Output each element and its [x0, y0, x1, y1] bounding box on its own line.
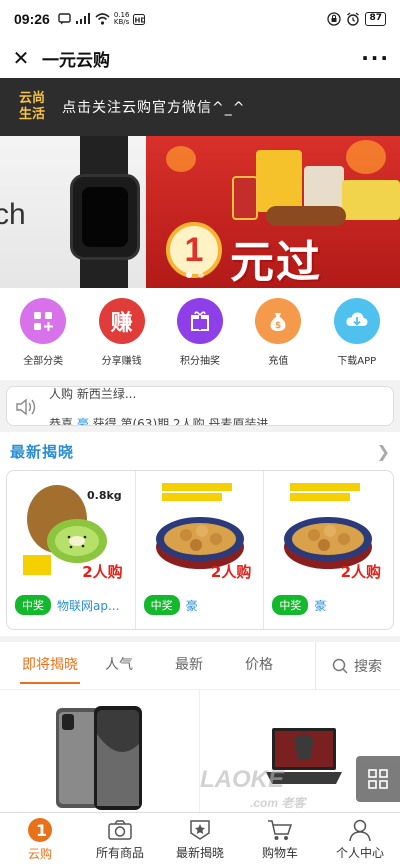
laoke-watermark: LAOKE .com 老客 — [200, 766, 306, 810]
buyer-count: 2人购 — [210, 563, 252, 581]
more-menu-icon[interactable]: ··· — [361, 46, 390, 70]
carousel-dot[interactable] — [198, 272, 204, 278]
notice-line: 恭喜 豪 获得 第(63)期 2人购 丹麦原装进 — [49, 417, 269, 426]
nav-latest-reveal[interactable]: 最新揭晓 — [160, 813, 240, 866]
tab-upcoming[interactable]: 即将揭晓 — [16, 642, 84, 690]
bottom-navigation: 1 云购 所有商品 最新揭晓 购物车 个人中心 — [0, 812, 400, 866]
svg-text:HD: HD — [135, 16, 146, 24]
buyer-count: 2人购 — [82, 563, 123, 581]
yungou-logo-icon: 1 — [28, 818, 52, 842]
chips-bag-image — [256, 150, 302, 212]
search-label: 搜索 — [354, 658, 382, 675]
carousel-dots — [186, 272, 204, 278]
money-bag-icon: $ — [270, 313, 286, 331]
grid-plus-icon — [34, 312, 54, 331]
nav-cart[interactable]: 购物车 — [240, 813, 320, 866]
product-card[interactable] — [0, 690, 200, 812]
latest-reveal-list: 0.8kg 2人购 中奖 物联网ap... 2人购 中奖 豪 2人购 中奖 豪 — [6, 470, 394, 630]
follow-wechat-banner[interactable]: 云尚 生活 点击关注云购官方微信^_^ — [0, 78, 400, 136]
nav-all-products[interactable]: 所有商品 — [80, 813, 160, 866]
carousel-slide-watch[interactable]: ch — [0, 136, 146, 288]
follow-banner-text: 点击关注云购官方微信^_^ — [62, 100, 246, 116]
win-badge: 中奖 — [272, 595, 309, 615]
carousel-slide-promo[interactable]: 1 元过 — [146, 136, 400, 288]
reveal-card[interactable]: 2人购 中奖 豪 — [136, 471, 265, 629]
category-points-draw[interactable]: 积分抽奖 — [165, 298, 235, 380]
user-icon — [349, 819, 371, 842]
message-icon — [58, 13, 71, 25]
win-badge: 中奖 — [15, 595, 51, 615]
buyer-count: 2人购 — [340, 563, 382, 581]
grid-icon — [368, 769, 388, 789]
zhuan-icon: 赚 — [110, 311, 133, 336]
speaker-icon — [16, 398, 36, 416]
reveal-card[interactable]: 2人购 中奖 豪 — [264, 471, 393, 629]
iphone-product-image — [56, 706, 142, 810]
camera-icon — [108, 820, 132, 840]
chestnuts-image — [266, 206, 346, 226]
promo-slide-text: 元过 — [230, 237, 322, 288]
winner-notice-ticker[interactable]: 人购 新西兰绿... 恭喜 豪 获得 第(63)期 2人购 丹麦原装进 — [6, 386, 394, 426]
star-badge-icon — [190, 820, 210, 840]
watch-slide-text: ch — [0, 198, 26, 231]
nav-yungou[interactable]: 1 云购 — [0, 813, 80, 866]
cart-icon — [268, 820, 293, 840]
wifi-icon — [95, 13, 110, 25]
notice-line: 人购 新西兰绿... — [49, 387, 137, 401]
alarm-icon — [347, 12, 360, 26]
tab-newest[interactable]: 最新 — [154, 642, 224, 690]
chevron-right-icon[interactable]: ❯ — [377, 442, 390, 461]
grid-view-button[interactable] — [356, 756, 400, 802]
winner-name[interactable]: 豪 — [186, 597, 198, 614]
win-badge: 中奖 — [143, 595, 180, 615]
signal-icon — [75, 13, 90, 24]
product-sort-tabs: 即将揭晓 人气 最新 价格 搜索 — [0, 641, 400, 690]
status-bar: 09:26 0.16 KB/s HD 87 — [0, 0, 400, 38]
category-shortcuts: 全部分类 赚 分享赚钱 积分抽奖 $ 充值 下载APP — [0, 288, 400, 380]
lock-rotation-icon — [327, 12, 342, 26]
reveal-card[interactable]: 0.8kg 2人购 中奖 物联网ap... — [7, 471, 136, 629]
category-all[interactable]: 全部分类 — [8, 298, 78, 380]
winner-name[interactable]: 物联网ap... — [57, 597, 119, 614]
nav-profile[interactable]: 个人中心 — [320, 813, 400, 866]
category-download-app[interactable]: 下载APP — [322, 298, 392, 380]
promo-digit: 1 — [166, 222, 222, 278]
svg-text:1: 1 — [36, 821, 47, 840]
product-weight: 0.8kg — [87, 489, 122, 502]
battery-indicator: 87 — [365, 12, 386, 26]
hd-icon: HD — [133, 13, 146, 25]
latest-reveal-header[interactable]: 最新揭晓 ❯ — [0, 432, 400, 470]
tab-popular[interactable]: 人气 — [84, 642, 154, 690]
network-speed: 0.16 KB/s — [113, 11, 130, 26]
cloud-download-icon — [346, 312, 368, 326]
category-share-earn[interactable]: 赚 分享赚钱 — [87, 298, 157, 380]
section-title: 最新揭晓 — [10, 442, 75, 461]
carousel-dot-active[interactable] — [186, 272, 192, 278]
app-header: ✕ 一元云购 ··· — [0, 38, 400, 78]
gift-icon — [190, 311, 209, 331]
yunshang-logo: 云尚 生活 — [12, 87, 52, 127]
tab-price[interactable]: 价格 — [224, 642, 294, 690]
search-icon — [332, 658, 348, 674]
close-icon[interactable]: ✕ — [10, 46, 32, 70]
winner-name[interactable]: 豪 — [314, 597, 326, 614]
smartwatch-image — [70, 174, 140, 260]
search-button[interactable]: 搜索 — [315, 641, 400, 690]
svg-text:$: $ — [275, 321, 281, 331]
page-title: 一元云购 — [42, 50, 110, 70]
promo-carousel[interactable]: ch 1 元过 — [0, 136, 400, 288]
category-recharge[interactable]: $ 充值 — [243, 298, 313, 380]
status-time: 09:26 — [14, 11, 50, 27]
